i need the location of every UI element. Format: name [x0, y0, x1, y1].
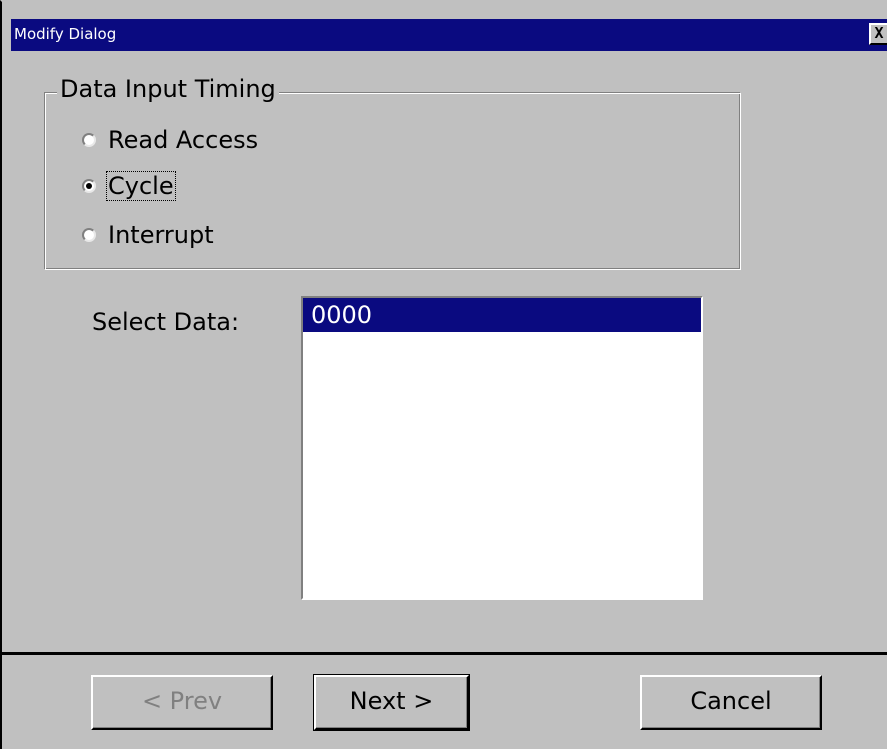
radio-button-icon[interactable] [82, 133, 96, 147]
radio-label-cycle: Cycle [106, 171, 176, 201]
radio-button-checked-icon[interactable] [82, 179, 96, 193]
window-title: Modify Dialog [14, 25, 117, 43]
select-data-label: Select Data: [92, 308, 240, 336]
radio-button-icon[interactable] [82, 228, 96, 242]
group-legend: Data Input Timing [57, 75, 279, 103]
next-button[interactable]: Next > [313, 674, 470, 731]
prev-button[interactable]: < Prev [91, 675, 273, 730]
radio-label-read-access: Read Access [108, 126, 259, 154]
cancel-button[interactable]: Cancel [640, 675, 822, 730]
radio-read-access[interactable]: Read Access [82, 123, 259, 157]
radio-dot-icon [86, 183, 92, 189]
separator [2, 652, 887, 655]
radio-interrupt[interactable]: Interrupt [82, 218, 215, 252]
radio-label-interrupt: Interrupt [108, 221, 214, 249]
select-data-listbox[interactable]: 0000 [301, 296, 703, 600]
list-item[interactable]: 0000 [303, 298, 701, 332]
close-button[interactable]: X [869, 23, 887, 45]
modify-dialog-window: Modify Dialog X Data Input Timing Read A… [0, 0, 887, 749]
radio-cycle[interactable]: Cycle [82, 169, 176, 203]
titlebar: Modify Dialog X [11, 19, 887, 51]
